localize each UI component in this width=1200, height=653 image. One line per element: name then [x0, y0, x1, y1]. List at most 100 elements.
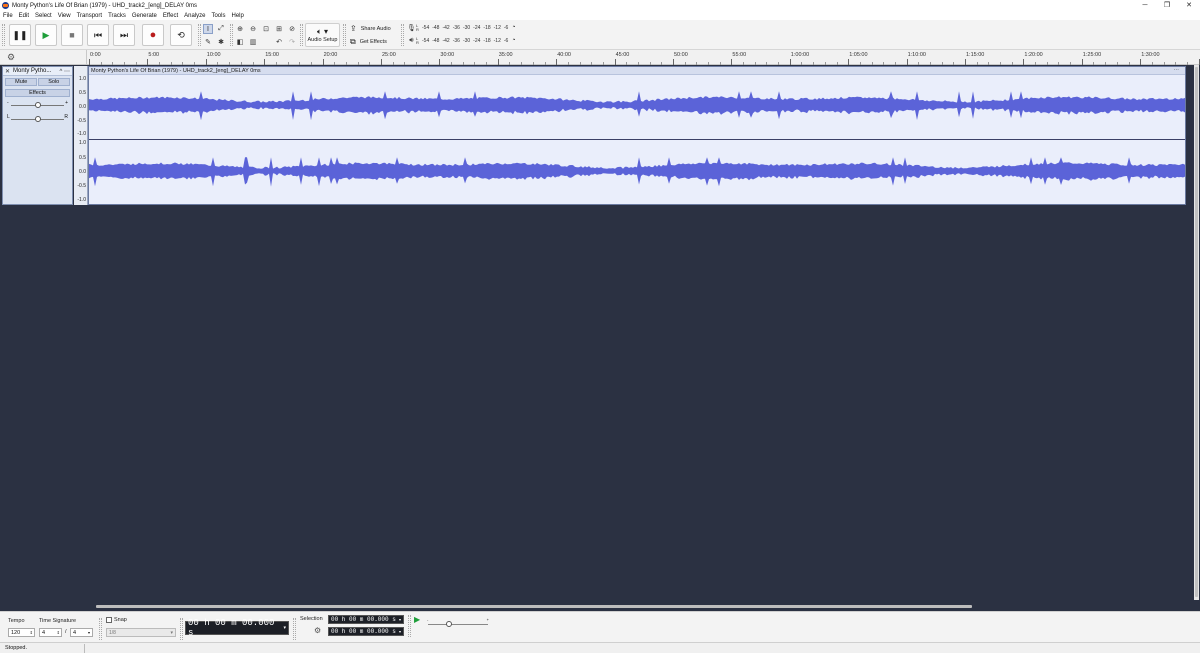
- close-track-icon[interactable]: ✕: [5, 68, 10, 75]
- play-speed-slider[interactable]: - +: [426, 617, 490, 629]
- track-name[interactable]: Monty Pytho...: [13, 68, 51, 74]
- menu-help[interactable]: Help: [231, 13, 243, 19]
- menu-select[interactable]: Select: [35, 13, 52, 19]
- time-signature-denominator[interactable]: 4 ▾: [70, 628, 93, 637]
- tempo-input[interactable]: 120 ⇕: [8, 628, 35, 637]
- vertical-scroll-thumb[interactable]: [1195, 67, 1198, 597]
- menu-transport[interactable]: Transport: [77, 13, 102, 19]
- loop-button[interactable]: ⟲: [170, 24, 192, 46]
- time-display[interactable]: 00 h 00 m 00.000 s ▾: [185, 618, 289, 638]
- ruler-label: 50:00: [674, 52, 688, 58]
- record-button[interactable]: ●: [142, 24, 164, 46]
- recording-meter[interactable]: 🎙︎ L R -54 -48 -42 -36 -30 -24 -18 -12 -6 ◔: [407, 22, 516, 33]
- toolbar-grip[interactable]: [180, 618, 183, 640]
- clip-menu-icon[interactable]: ⋯: [1174, 67, 1180, 75]
- zoom-out-icon[interactable]: ⊖: [248, 24, 258, 34]
- menu-effect[interactable]: Effect: [163, 13, 178, 19]
- zoom-in-icon[interactable]: ⊕: [235, 24, 245, 34]
- ruler-label: 1:20:00: [1024, 52, 1043, 58]
- snap-checkbox-box[interactable]: [106, 617, 112, 623]
- toolbar-grip[interactable]: [293, 618, 296, 640]
- stop-button[interactable]: ■: [61, 24, 83, 46]
- window-title: Monty Python's Life Of Brian (1979) - UH…: [12, 2, 198, 9]
- toolbar-grip[interactable]: [230, 24, 233, 46]
- menu-tools[interactable]: Tools: [211, 13, 225, 19]
- time-signature-numerator[interactable]: 4 ⇕: [39, 628, 62, 637]
- vertical-scrollbar[interactable]: [1194, 65, 1199, 600]
- zoom-toggle-icon[interactable]: ⊘: [287, 24, 297, 34]
- toolbar-grip[interactable]: [2, 24, 5, 46]
- skip-to-end-button[interactable]: ⏭: [113, 24, 135, 46]
- selection-start-display[interactable]: 00 h 00 m 00.000 s ▾: [328, 615, 404, 624]
- toolbar-grip[interactable]: [99, 618, 102, 640]
- snap-select[interactable]: 1/8 ▾: [106, 628, 176, 637]
- menu-edit[interactable]: Edit: [19, 13, 29, 19]
- fit-selection-icon[interactable]: ⊡: [261, 24, 271, 34]
- mute-button[interactable]: Mute: [5, 78, 38, 86]
- play-speed-knob[interactable]: [446, 621, 452, 627]
- trim-audio-icon[interactable]: ◧: [235, 37, 245, 47]
- track-control-panel[interactable]: ✕ Monty Pytho... ^ ⋯ Mute Solo Effects -…: [2, 66, 73, 205]
- selection-end-display[interactable]: 00 h 00 m 00.000 s ▾: [328, 627, 404, 636]
- clip-title: Monty Python's Life Of Brian (1979) - UH…: [91, 68, 261, 74]
- ruler-label: 1:30:00: [1141, 52, 1160, 58]
- maximize-button[interactable]: ❐: [1156, 0, 1178, 11]
- pan-right-label: R: [64, 114, 68, 120]
- audio-clip[interactable]: Monty Python's Life Of Brian (1979) - UH…: [88, 66, 1186, 205]
- toolbar-grip[interactable]: [343, 24, 346, 46]
- record-meter-settings-icon[interactable]: ◔: [511, 24, 515, 31]
- horizontal-scrollbar[interactable]: [96, 605, 972, 608]
- gain-slider[interactable]: - +: [7, 99, 68, 111]
- amplitude-scale[interactable]: 1.0 0.5 0.0 -0.5 -1.0 1.0 0.5 0.0 -0.5 -…: [74, 66, 88, 205]
- play-meter-settings-icon[interactable]: ◔: [511, 37, 515, 44]
- toolbar-grip[interactable]: [408, 615, 411, 637]
- menu-view[interactable]: View: [58, 13, 71, 19]
- status-text: Stopped.: [5, 645, 28, 651]
- track-name-bar[interactable]: ✕ Monty Pytho... ^ ⋯: [3, 67, 72, 76]
- silence-audio-icon[interactable]: ▥: [248, 37, 258, 47]
- gain-slider-knob[interactable]: [35, 102, 41, 108]
- menu-analyze[interactable]: Analyze: [184, 13, 205, 19]
- close-button[interactable]: ✕: [1178, 0, 1200, 11]
- toolbar-grip[interactable]: [300, 24, 303, 46]
- plugin-icon: ⧉: [350, 36, 356, 46]
- track-area[interactable]: ✕ Monty Pytho... ^ ⋯ Mute Solo Effects -…: [0, 65, 1200, 206]
- pause-button[interactable]: ❚❚: [9, 24, 31, 46]
- play-button[interactable]: ▶: [35, 24, 57, 46]
- pan-slider-knob[interactable]: [35, 116, 41, 122]
- snap-checkbox[interactable]: Snap: [106, 617, 127, 623]
- envelope-tool-icon[interactable]: ⤢: [216, 24, 226, 34]
- menu-bar: File Edit Select View Transport Tracks G…: [0, 11, 1200, 20]
- undo-icon[interactable]: ↶: [274, 37, 284, 47]
- minimize-button[interactable]: ─: [1134, 0, 1156, 11]
- pan-slider[interactable]: L R: [7, 113, 68, 125]
- timeline-settings-icon[interactable]: ⚙: [0, 50, 87, 65]
- toolbar-grip[interactable]: [198, 24, 201, 46]
- multi-tool-icon[interactable]: ✱: [216, 37, 226, 47]
- play-at-speed-button[interactable]: ▶: [414, 615, 420, 624]
- effects-button[interactable]: Effects: [5, 89, 70, 97]
- clip-title-bar[interactable]: Monty Python's Life Of Brian (1979) - UH…: [89, 67, 1185, 75]
- selection-tool-icon[interactable]: I: [203, 24, 213, 34]
- audio-setup-button[interactable]: 🔈︎ ▾ Audio Setup: [305, 23, 340, 47]
- fit-project-icon[interactable]: ⊞: [274, 24, 284, 34]
- get-effects-button[interactable]: ⧉ Get Effects: [350, 36, 387, 47]
- playback-meter[interactable]: 🔊︎ L R -54 -48 -42 -36 -30 -24 -18 -12 -6 ◔: [407, 35, 515, 46]
- menu-tracks[interactable]: Tracks: [108, 13, 126, 19]
- waveform[interactable]: [89, 75, 1185, 204]
- share-audio-button[interactable]: ⇪ Share Audio: [350, 23, 391, 34]
- gain-minus-label: -: [7, 100, 9, 106]
- toolbar-grip[interactable]: [401, 24, 404, 46]
- redo-icon[interactable]: ↷: [287, 37, 297, 47]
- audio-setup-label: Audio Setup: [307, 37, 338, 43]
- menu-generate[interactable]: Generate: [132, 13, 157, 19]
- menu-file[interactable]: File: [3, 13, 13, 19]
- selection-settings-icon[interactable]: ⚙: [314, 626, 321, 635]
- draw-tool-icon[interactable]: ✎: [203, 37, 213, 47]
- collapse-track-icon[interactable]: ^ ⋯: [60, 68, 70, 75]
- solo-button[interactable]: Solo: [37, 78, 70, 86]
- play-meter-channels: L R: [416, 35, 419, 45]
- timeline-ruler[interactable]: 0:00 5:00 10:00 15:00 20:00 25:00 30:00 35:00 40…: [87, 50, 1200, 65]
- skip-to-start-button[interactable]: ⏮: [87, 24, 109, 46]
- ruler-label: 1:15:00: [966, 52, 985, 58]
